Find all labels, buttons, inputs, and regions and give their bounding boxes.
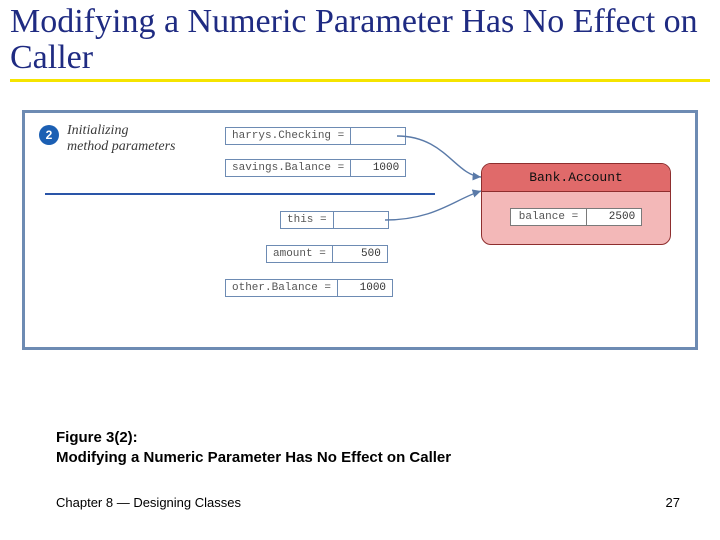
page-number: 27 [666,495,680,510]
var-value [333,211,389,229]
divider-line [45,193,435,195]
object-field-label: balance = [510,208,586,226]
var-amount: amount = 500 [266,245,388,263]
caption-line1: Figure 3(2): [56,429,138,446]
figure-panel: 2 Initializing method parameters harrys.… [22,110,698,350]
var-this: this = [280,211,389,229]
footer-chapter: Chapter 8 — Designing Classes [56,495,241,510]
var-value: 1000 [350,159,406,177]
slide-title: Modifying a Numeric Parameter Has No Eff… [0,0,720,75]
step-label-line2: method parameters [67,139,176,154]
figure-caption: Figure 3(2): Modifying a Numeric Paramet… [56,428,451,469]
caption-line2: Modifying a Numeric Parameter Has No Eff… [56,449,451,466]
var-value: 500 [332,245,388,263]
object-body: balance = 2500 [482,192,670,244]
step-number-badge: 2 [39,125,59,145]
step-label: Initializing method parameters [67,123,176,155]
var-label: other.Balance = [225,279,337,297]
object-class-name: Bank.Account [482,164,670,192]
var-label: this = [280,211,333,229]
var-label: amount = [266,245,332,263]
slide: Modifying a Numeric Parameter Has No Eff… [0,0,720,540]
var-label: harrys.Checking = [225,127,350,145]
object-box: Bank.Account balance = 2500 [481,163,671,245]
step-label-line1: Initializing [67,123,128,138]
object-field-value: 2500 [586,208,642,226]
var-other-balance: other.Balance = 1000 [225,279,393,297]
var-value [350,127,406,145]
title-underline [10,79,710,82]
var-savings-balance: savings.Balance = 1000 [225,159,406,177]
var-harrys-checking: harrys.Checking = [225,127,406,145]
var-label: savings.Balance = [225,159,350,177]
var-value: 1000 [337,279,393,297]
